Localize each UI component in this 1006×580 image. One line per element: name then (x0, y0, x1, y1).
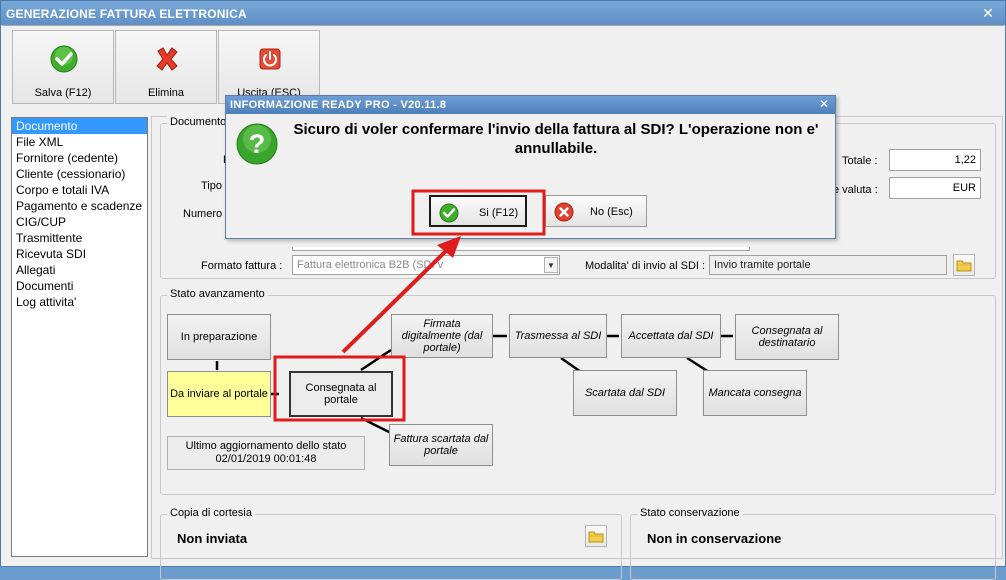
annotation-overlay (273, 189, 546, 422)
highlight-yes-box (411, 189, 546, 236)
annotation-arrow-line (341, 247, 450, 354)
highlight-consegnata-box (273, 355, 406, 422)
